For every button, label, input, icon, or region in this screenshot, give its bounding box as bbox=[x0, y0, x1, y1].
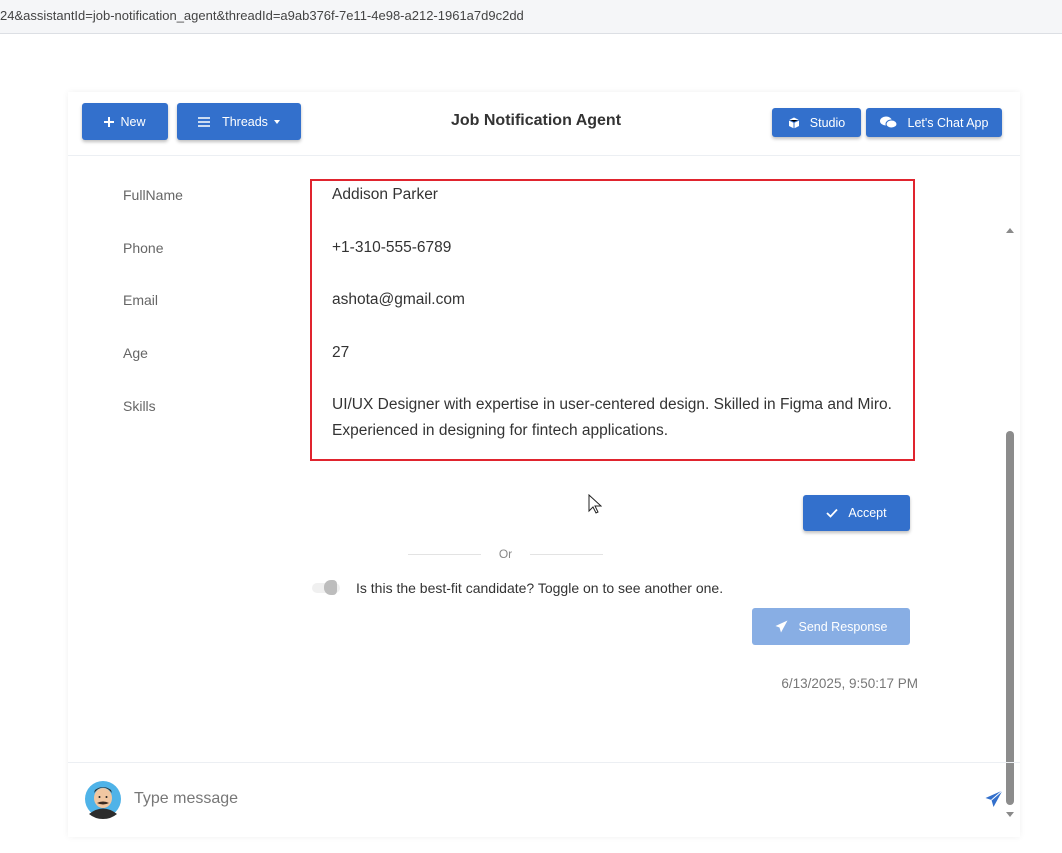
send-response-button[interactable]: Send Response bbox=[752, 608, 910, 645]
message-input[interactable] bbox=[134, 783, 954, 815]
message-area: FullName Addison Parker Phone +1-310-555… bbox=[68, 157, 1020, 817]
field-label-fullname: FullName bbox=[123, 187, 183, 203]
highlight-box bbox=[310, 179, 915, 461]
or-divider: Or bbox=[408, 547, 603, 563]
message-composer bbox=[68, 762, 1020, 837]
send-icon[interactable] bbox=[985, 790, 1003, 808]
studio-button-label: Studio bbox=[809, 115, 846, 130]
studio-button[interactable]: Studio bbox=[772, 108, 861, 137]
caret-down-icon bbox=[273, 119, 280, 124]
send-response-label: Send Response bbox=[798, 619, 888, 634]
best-fit-toggle[interactable] bbox=[312, 579, 340, 595]
threads-dropdown-button[interactable]: Threads bbox=[177, 103, 301, 140]
check-icon bbox=[826, 508, 839, 518]
divider-line-right bbox=[530, 554, 603, 555]
browser-address-bar[interactable]: 24&assistantId=job-notification_agent&th… bbox=[0, 0, 1062, 34]
plus-icon bbox=[104, 116, 115, 127]
chat-bubbles-icon bbox=[879, 116, 897, 129]
field-label-age: Age bbox=[123, 345, 148, 361]
cube-icon bbox=[788, 117, 799, 128]
paper-plane-icon bbox=[775, 620, 788, 633]
header-bar: New Threads Job Notification Agent Studi… bbox=[68, 92, 1020, 156]
toggle-knob bbox=[324, 580, 337, 595]
new-button-label: New bbox=[120, 114, 146, 129]
menu-icon bbox=[198, 116, 211, 127]
page-title: Job Notification Agent bbox=[450, 112, 622, 129]
mouse-cursor-icon bbox=[588, 494, 602, 514]
scroll-up-arrow-icon[interactable] bbox=[1006, 228, 1014, 233]
field-label-email: Email bbox=[123, 292, 159, 308]
chat-app-button-label: Let's Chat App bbox=[907, 115, 989, 130]
scrollbar[interactable] bbox=[1004, 222, 1016, 822]
toggle-label: Is this the best-fit candidate? Toggle o… bbox=[356, 580, 724, 596]
lets-chat-app-button[interactable]: Let's Chat App bbox=[866, 108, 1002, 137]
field-label-phone: Phone bbox=[123, 240, 164, 256]
message-timestamp: 6/13/2025, 9:50:17 PM bbox=[781, 676, 918, 691]
accept-button-label: Accept bbox=[848, 506, 887, 520]
threads-button-label: Threads bbox=[222, 114, 268, 129]
scrollbar-thumb[interactable] bbox=[1006, 431, 1014, 805]
accept-button[interactable]: Accept bbox=[803, 495, 910, 531]
new-thread-button[interactable]: New bbox=[82, 103, 168, 140]
chat-window: New Threads Job Notification Agent Studi… bbox=[68, 92, 1020, 837]
field-label-skills: Skills bbox=[123, 398, 156, 414]
url-text[interactable]: 24&assistantId=job-notification_agent&th… bbox=[0, 8, 524, 23]
user-avatar-icon bbox=[85, 781, 121, 819]
